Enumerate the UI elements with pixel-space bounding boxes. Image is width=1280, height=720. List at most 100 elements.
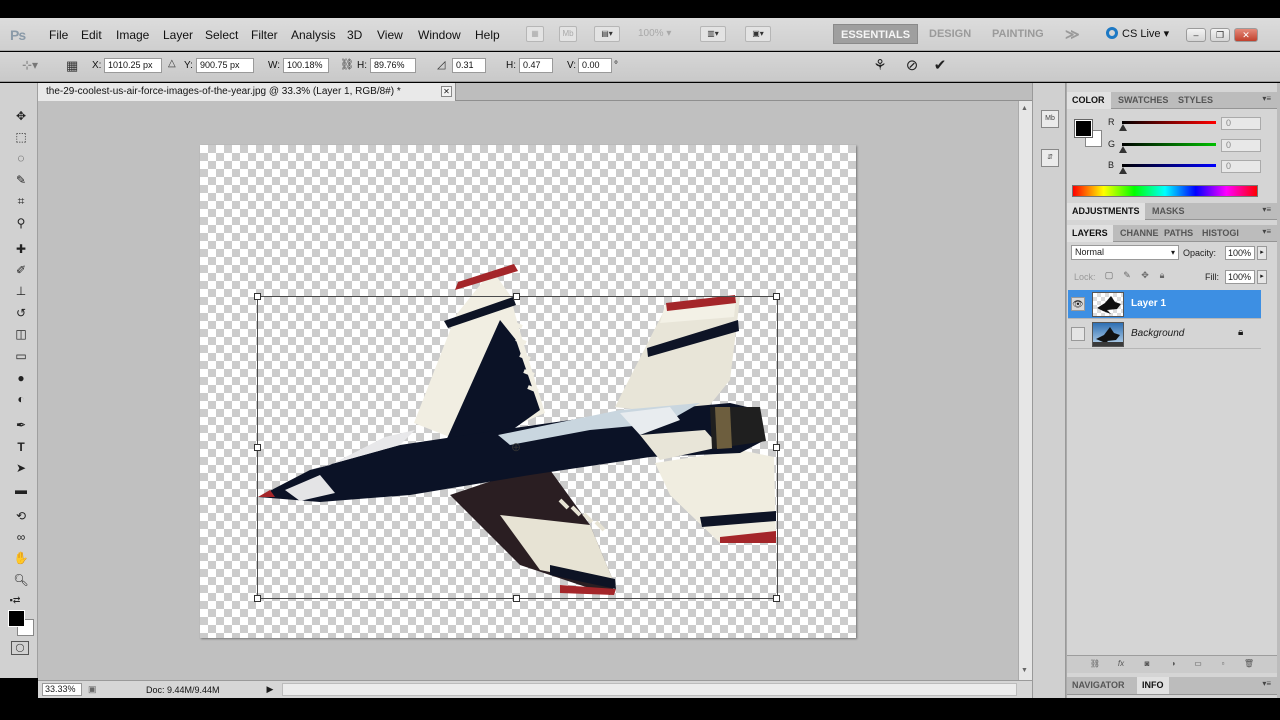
layers-panel-menu-icon[interactable]: ▾≡	[1262, 227, 1271, 236]
mini-bridge-icon[interactable]: Mb	[559, 26, 577, 42]
tab-histogram[interactable]: HISTOGI	[1197, 225, 1243, 242]
height-field[interactable]: 89.76%	[370, 58, 416, 73]
x-position-field[interactable]: 1010.25 px	[104, 58, 162, 73]
blur-tool-icon[interactable]: ●	[12, 369, 30, 387]
color-spectrum-bar[interactable]	[1072, 185, 1258, 197]
transform-center-point-icon[interactable]: ⊕	[511, 440, 521, 454]
3d-rotate-tool-icon[interactable]: ⟲	[12, 507, 30, 525]
opacity-slider-arrow-icon[interactable]: ▸	[1257, 246, 1267, 260]
scroll-up-icon[interactable]: ▲	[1021, 105, 1028, 112]
layer-1-name[interactable]: Layer 1	[1131, 298, 1166, 309]
arrange-documents-icon[interactable]: ▥▾	[700, 26, 726, 42]
minimize-window-button[interactable]: –	[1186, 28, 1206, 42]
mini-bridge-panel-icon[interactable]: Mb	[1041, 110, 1059, 128]
transform-handle-bottom-right[interactable]	[773, 595, 780, 602]
blue-slider-track[interactable]	[1122, 164, 1216, 167]
document-tab[interactable]: the-29-coolest-us-air-force-images-of-th…	[38, 83, 456, 101]
adjustment-layer-icon[interactable]: ◑	[1167, 659, 1179, 671]
blue-value-field[interactable]: 0	[1221, 160, 1261, 173]
transform-handle-left[interactable]	[254, 444, 261, 451]
history-brush-tool-icon[interactable]: ↺	[12, 304, 30, 322]
eyedropper-tool-icon[interactable]: ⚲	[12, 214, 30, 232]
rotate-angle-field[interactable]: 0.31	[452, 58, 486, 73]
tab-navigator[interactable]: NAVIGATOR	[1067, 677, 1130, 694]
hand-tool-icon[interactable]: ✋	[12, 549, 30, 567]
menu-view[interactable]: View	[377, 28, 403, 42]
layer-visibility-eye-icon[interactable]: 👁︎	[1071, 297, 1085, 311]
rectangle-tool-icon[interactable]: ▬	[12, 481, 30, 499]
tab-styles[interactable]: STYLES	[1173, 92, 1218, 109]
cs-live-menu[interactable]: CS Live ▾	[1106, 27, 1169, 40]
restore-window-button[interactable]: ❐	[1210, 28, 1230, 42]
transform-handle-top-right[interactable]	[773, 293, 780, 300]
gradient-tool-icon[interactable]: ▭	[12, 347, 30, 365]
relative-position-icon[interactable]: △	[168, 58, 176, 69]
menu-filter[interactable]: Filter	[251, 28, 278, 42]
red-slider-thumb[interactable]	[1119, 124, 1127, 131]
link-layers-icon[interactable]: ⛓	[1089, 659, 1101, 671]
tab-color[interactable]: COLOR	[1067, 92, 1111, 109]
dodge-tool-icon[interactable]: ◐	[12, 390, 30, 408]
link-proportions-icon[interactable]: ⛓	[340, 58, 354, 71]
add-mask-icon[interactable]: ◙	[1141, 659, 1153, 671]
tab-layers[interactable]: LAYERS	[1067, 225, 1113, 242]
zoom-tool-icon[interactable]: 🔍︎	[12, 571, 30, 589]
close-window-button[interactable]: ✕	[1234, 28, 1258, 42]
status-menu-arrow-icon[interactable]: ▶	[264, 683, 276, 696]
transform-handle-right[interactable]	[773, 444, 780, 451]
green-slider-thumb[interactable]	[1119, 146, 1127, 153]
menu-layer[interactable]: Layer	[163, 28, 193, 42]
tab-paths[interactable]: PATHS	[1159, 225, 1199, 242]
reference-point-icon[interactable]: ▦	[66, 58, 78, 74]
horizontal-scrollbar[interactable]	[282, 683, 1017, 696]
layer-visibility-empty-icon[interactable]	[1071, 327, 1085, 341]
zoom-level-select[interactable]: 100% ▾	[638, 28, 671, 39]
quick-selection-tool-icon[interactable]: ✎	[12, 171, 30, 189]
type-tool-icon[interactable]: T	[12, 438, 30, 456]
commit-transform-icon[interactable]: ✔	[930, 56, 950, 76]
workspace-design-button[interactable]: DESIGN	[922, 24, 978, 44]
tab-channels[interactable]: CHANNE	[1115, 225, 1159, 242]
menu-edit[interactable]: Edit	[81, 28, 102, 42]
transform-handle-bottom-left[interactable]	[254, 595, 261, 602]
layer-row-background[interactable]: Background 🔒︎	[1068, 320, 1261, 349]
foreground-color-swatch[interactable]	[8, 610, 25, 627]
fill-slider-arrow-icon[interactable]: ▸	[1257, 270, 1267, 284]
cancel-transform-icon[interactable]: ⊘	[902, 56, 922, 76]
layer-row-layer-1[interactable]: 👁︎ Layer 1	[1068, 290, 1261, 319]
lock-all-icon[interactable]: 🔒︎	[1156, 270, 1168, 282]
quick-mask-icon[interactable]: ◯	[11, 641, 29, 655]
vertical-scrollbar[interactable]: ▲ ▼	[1018, 101, 1032, 680]
history-panel-icon[interactable]: ⇵	[1041, 149, 1059, 167]
delete-layer-icon[interactable]: 🗑︎	[1243, 659, 1255, 671]
red-slider-track[interactable]	[1122, 121, 1216, 124]
brush-tool-icon[interactable]: ✐	[12, 261, 30, 279]
bridge-icon[interactable]: ▦	[526, 26, 544, 42]
lock-position-icon[interactable]: ✥	[1139, 270, 1151, 282]
default-colors-icon[interactable]: ▪⇄	[6, 591, 24, 609]
close-document-icon[interactable]: ✕	[441, 86, 452, 97]
spot-healing-tool-icon[interactable]: ✚	[12, 240, 30, 258]
eraser-tool-icon[interactable]: ◫	[12, 325, 30, 343]
blue-slider-thumb[interactable]	[1119, 167, 1127, 174]
tab-adjustments[interactable]: ADJUSTMENTS	[1067, 203, 1145, 220]
transform-handle-bottom[interactable]	[513, 595, 520, 602]
lock-transparent-pixels-icon[interactable]: ▢	[1103, 270, 1115, 282]
tab-info[interactable]: INFO	[1137, 677, 1169, 694]
adjustments-panel-menu-icon[interactable]: ▾≡	[1262, 205, 1271, 214]
marquee-tool-icon[interactable]: ⬚	[12, 128, 30, 146]
clone-stamp-tool-icon[interactable]: ⊥	[12, 282, 30, 300]
path-selection-tool-icon[interactable]: ➤	[12, 459, 30, 477]
menu-3d[interactable]: 3D	[347, 28, 362, 42]
green-slider-track[interactable]	[1122, 143, 1216, 146]
more-workspaces-button[interactable]: ≫	[1058, 24, 1087, 44]
status-preview-icon[interactable]: ▣	[88, 684, 97, 695]
workspace-painting-button[interactable]: PAINTING	[985, 24, 1051, 44]
navigator-panel-menu-icon[interactable]: ▾≡	[1262, 679, 1271, 688]
transform-handle-top[interactable]	[513, 293, 520, 300]
transform-handle-top-left[interactable]	[254, 293, 261, 300]
menu-window[interactable]: Window	[418, 28, 461, 42]
move-tool-icon[interactable]: ✥	[12, 107, 30, 125]
red-value-field[interactable]: 0	[1221, 117, 1261, 130]
opacity-field[interactable]: 100%	[1225, 246, 1255, 260]
